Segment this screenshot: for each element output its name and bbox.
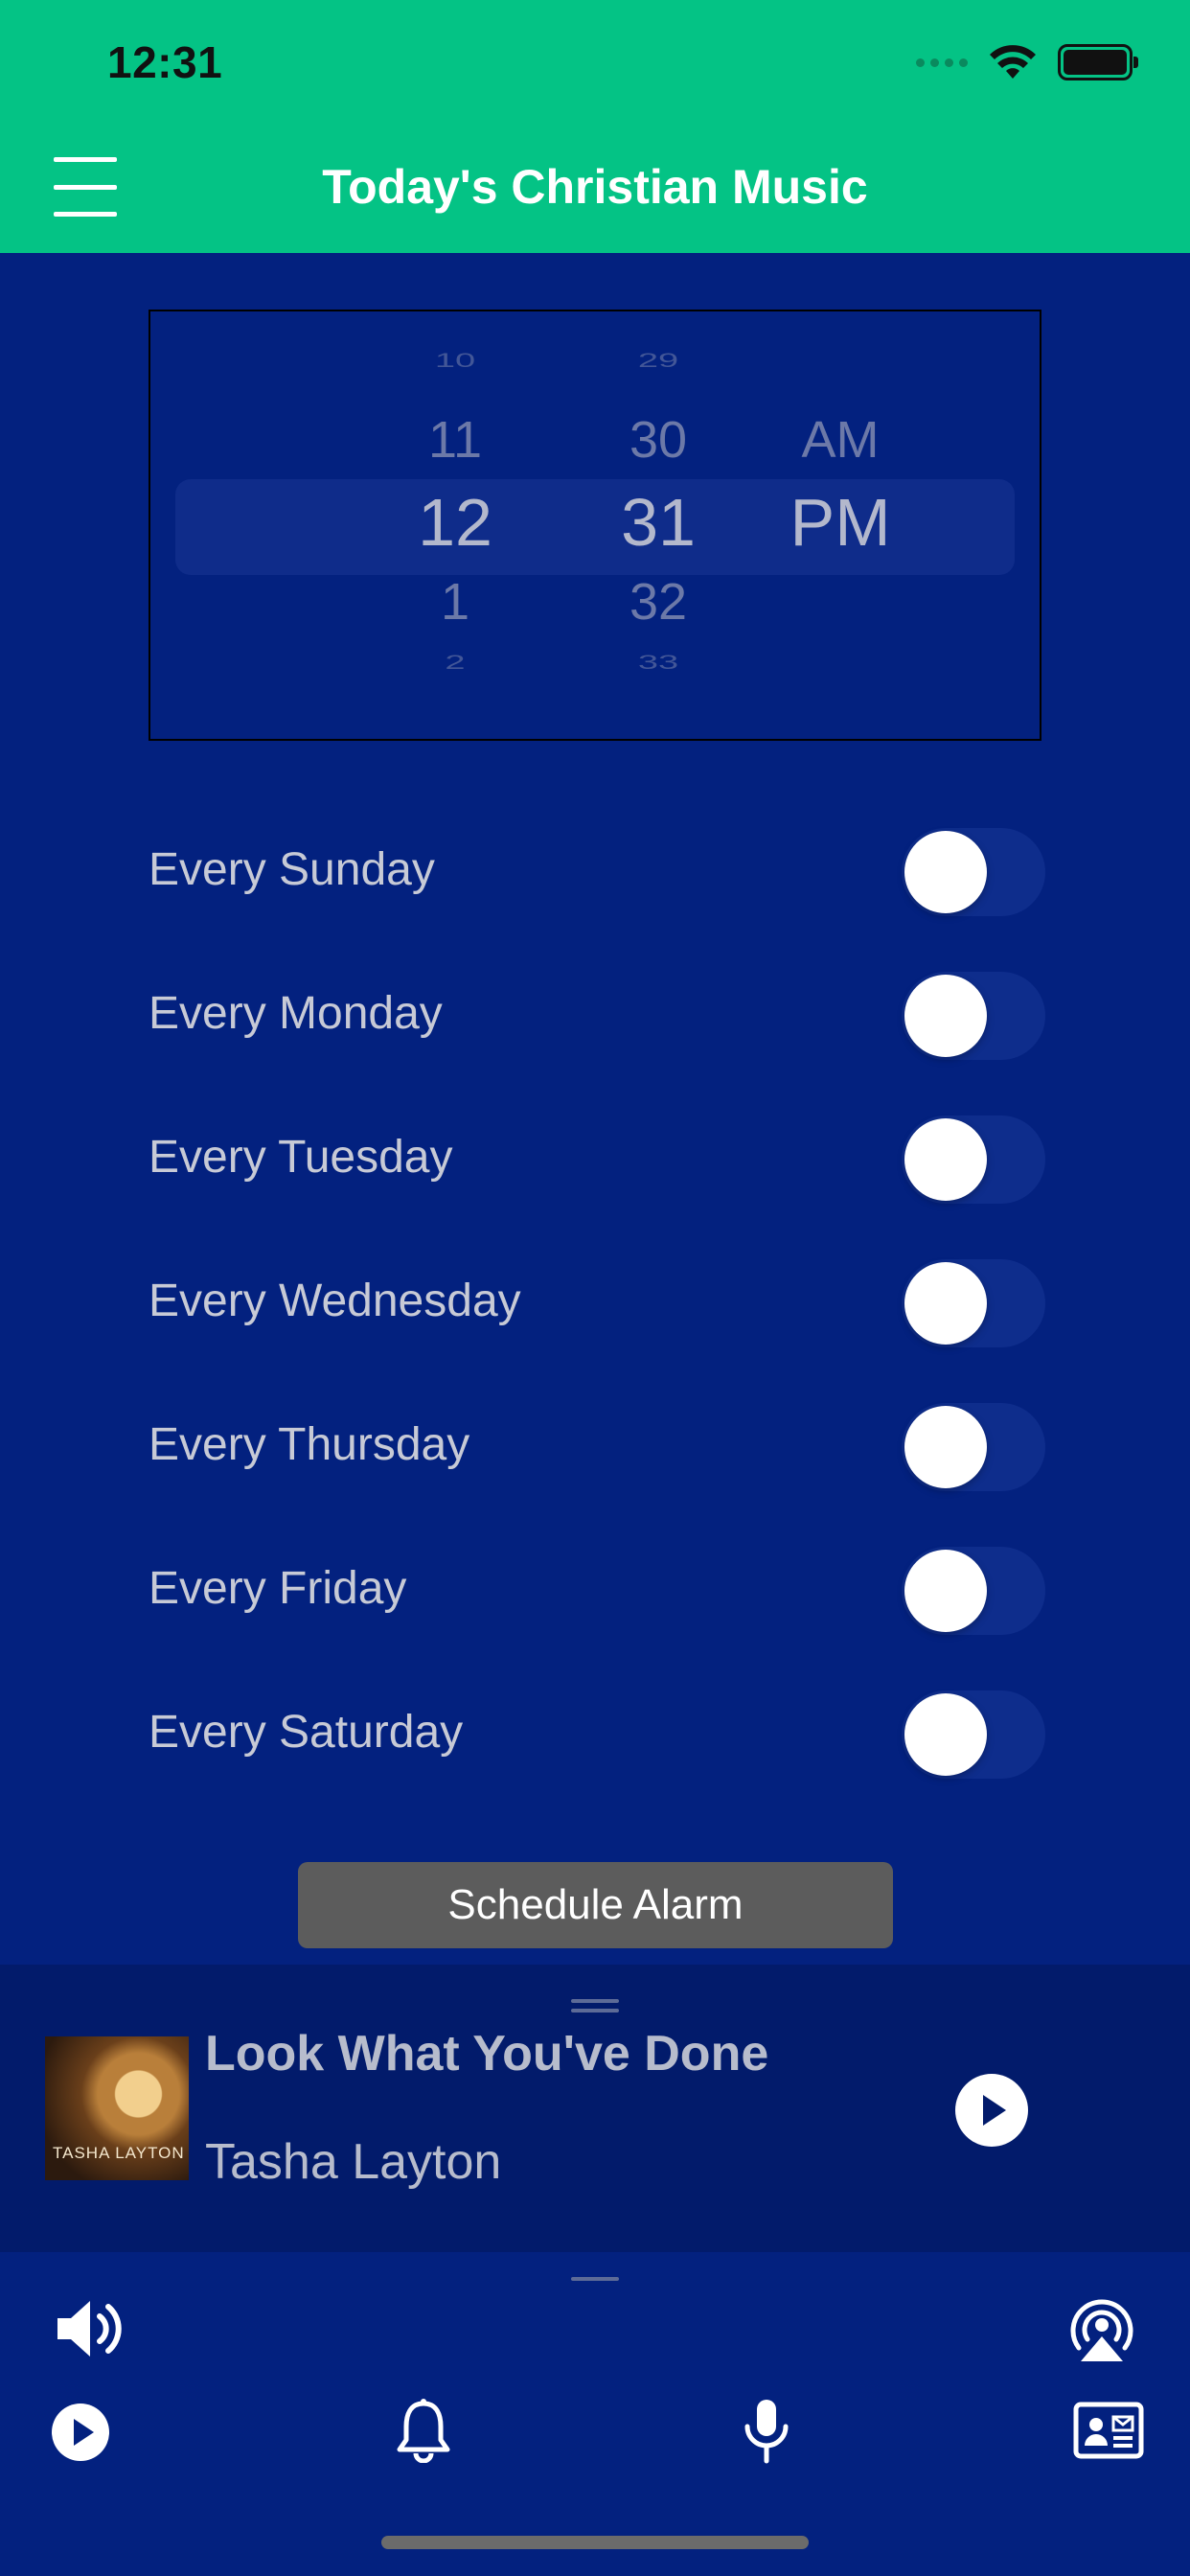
drag-handle-icon[interactable]: [571, 2277, 619, 2281]
minute-selected[interactable]: 31: [582, 484, 735, 561]
day-row-monday: Every Monday: [149, 968, 1049, 1112]
minute-option[interactable]: 29: [582, 350, 735, 373]
album-art-text: TASHA LAYTON: [53, 2144, 185, 2162]
song-artist: Tasha Layton: [205, 2134, 502, 2190]
day-label: Every Sunday: [149, 844, 435, 895]
toggle-knob: [904, 1262, 987, 1345]
minute-option[interactable]: 32: [582, 572, 735, 632]
toggle-knob: [904, 1406, 987, 1488]
day-toggle-list: Every Sunday Every Monday Every Tuesday …: [149, 824, 1049, 1830]
day-row-thursday: Every Thursday: [149, 1399, 1049, 1543]
bell-icon[interactable]: [395, 2398, 452, 2463]
day-label: Every Saturday: [149, 1707, 464, 1758]
drag-handle-icon[interactable]: [571, 1999, 619, 2014]
airplay-icon[interactable]: [1065, 2292, 1138, 2363]
microphone-icon[interactable]: [740, 2396, 793, 2465]
tuesday-toggle[interactable]: [902, 1116, 1045, 1204]
hour-selected[interactable]: 12: [378, 484, 532, 561]
toggle-knob: [904, 831, 987, 913]
minute-wheel[interactable]: 29 30 31 32 33: [582, 311, 735, 739]
day-label: Every Tuesday: [149, 1132, 453, 1183]
period-option[interactable]: AM: [764, 410, 917, 470]
day-row-wednesday: Every Wednesday: [149, 1255, 1049, 1399]
monday-toggle[interactable]: [902, 972, 1045, 1060]
hour-wheel[interactable]: 10 11 12 1 2: [378, 311, 532, 739]
day-row-tuesday: Every Tuesday: [149, 1112, 1049, 1255]
toggle-knob: [904, 1550, 987, 1632]
minute-option[interactable]: 33: [582, 652, 735, 675]
day-label: Every Thursday: [149, 1419, 470, 1470]
play-icon[interactable]: [50, 2402, 111, 2463]
toggle-knob: [904, 975, 987, 1057]
period-wheel[interactable]: AM PM: [764, 311, 917, 739]
cellular-signal-icon: [916, 58, 968, 67]
day-row-friday: Every Friday: [149, 1543, 1049, 1687]
day-label: Every Friday: [149, 1563, 407, 1614]
day-label: Every Wednesday: [149, 1276, 521, 1326]
hour-option[interactable]: 10: [378, 350, 532, 373]
song-title: Look What You've Done: [205, 2026, 769, 2082]
contact-card-icon[interactable]: [1073, 2402, 1144, 2459]
minute-option[interactable]: 30: [582, 410, 735, 470]
page-title: Today's Christian Music: [322, 160, 868, 214]
play-circle-icon[interactable]: [955, 2074, 1028, 2147]
hour-option[interactable]: 2: [378, 652, 532, 675]
sunday-toggle[interactable]: [902, 828, 1045, 916]
thursday-toggle[interactable]: [902, 1403, 1045, 1491]
saturday-toggle[interactable]: [902, 1690, 1045, 1779]
home-indicator[interactable]: [381, 2536, 809, 2549]
status-time: 12:31: [107, 37, 223, 87]
hour-option[interactable]: 1: [378, 572, 532, 632]
day-row-sunday: Every Sunday: [149, 824, 1049, 968]
album-art: TASHA LAYTON: [45, 2036, 189, 2180]
toggle-knob: [904, 1118, 987, 1201]
battery-icon: [1058, 44, 1138, 80]
now-playing-bar[interactable]: TASHA LAYTON Look What You've Done Tasha…: [0, 1965, 1190, 2252]
day-row-saturday: Every Saturday: [149, 1687, 1049, 1830]
toggle-knob: [904, 1693, 987, 1776]
time-picker[interactable]: 10 11 12 1 2 29 30 31 32 33 AM PM: [149, 310, 1041, 741]
day-label: Every Monday: [149, 988, 443, 1039]
status-indicators: [916, 44, 1138, 80]
wifi-icon: [990, 45, 1036, 79]
friday-toggle[interactable]: [902, 1547, 1045, 1635]
hour-option[interactable]: 11: [378, 410, 532, 470]
period-selected[interactable]: PM: [764, 484, 917, 561]
bottom-controls: [0, 2252, 1190, 2576]
top-bar: 12:31 Today's Christian Music: [0, 0, 1190, 253]
wednesday-toggle[interactable]: [902, 1259, 1045, 1347]
volume-icon[interactable]: [54, 2295, 128, 2362]
schedule-alarm-button[interactable]: Schedule Alarm: [298, 1862, 893, 1948]
